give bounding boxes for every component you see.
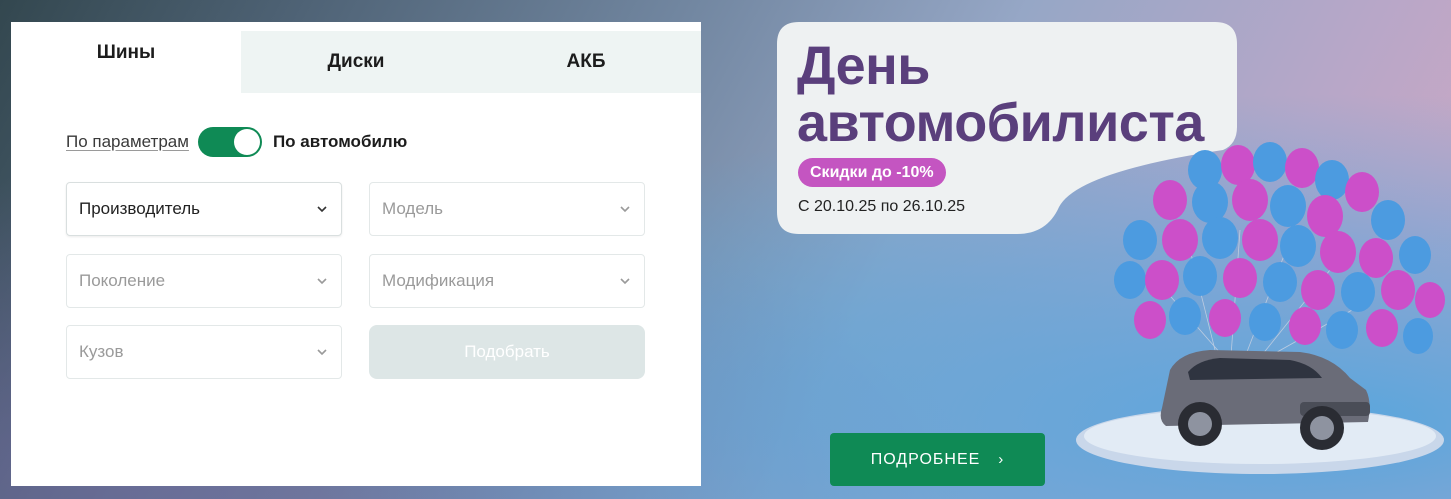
mode-switch[interactable] xyxy=(197,127,262,157)
chevron-down-icon xyxy=(317,349,327,356)
generation-select[interactable]: Поколение xyxy=(66,254,342,308)
tire-search-panel: Шины Диски АКБ По параметрам По автомоби… xyxy=(11,22,701,486)
body-select-text: Кузов xyxy=(79,342,124,361)
manufacturer-select[interactable]: Производитель xyxy=(66,182,342,236)
promo-dates: С 20.10.25 по 26.10.25 xyxy=(798,198,966,215)
chevron-down-icon xyxy=(317,206,327,213)
tab-batteries[interactable]: АКБ xyxy=(471,31,701,93)
generation-select-text: Поколение xyxy=(79,271,166,290)
model-select-text: Модель xyxy=(382,199,444,218)
more-details-button[interactable]: ПОДРОБНЕЕ › xyxy=(830,433,1045,486)
pick-button[interactable]: Подобрать xyxy=(369,325,645,379)
switch-knob xyxy=(233,129,260,155)
by-car-label[interactable]: По автомобилю xyxy=(273,132,407,152)
more-details-label: ПОДРОБНЕЕ xyxy=(870,450,981,468)
promo-title-line1: День xyxy=(797,36,930,96)
by-parameters-link[interactable]: По параметрам xyxy=(66,132,189,152)
manufacturer-select-text: Производитель xyxy=(79,199,201,218)
tab-wheels[interactable]: Диски xyxy=(241,31,471,93)
modification-select-text: Модификация xyxy=(382,271,495,290)
chevron-right-icon: › xyxy=(998,451,1005,468)
search-mode-toggle: По параметрам По автомобилю xyxy=(66,126,407,158)
tab-tires[interactable]: Шины xyxy=(11,22,241,93)
chevron-down-icon xyxy=(620,206,630,213)
chevron-down-icon xyxy=(620,278,630,285)
chevron-down-icon xyxy=(317,278,327,285)
car-with-balloons-icon xyxy=(1076,142,1445,474)
model-select[interactable]: Модель xyxy=(369,182,645,236)
body-select[interactable]: Кузов xyxy=(66,325,342,379)
discount-badge: Скидки до -10% xyxy=(798,158,946,187)
promo-title: День автомобилиста xyxy=(797,38,1204,152)
category-tabs: Шины Диски АКБ xyxy=(11,22,701,93)
modification-select[interactable]: Модификация xyxy=(369,254,645,308)
